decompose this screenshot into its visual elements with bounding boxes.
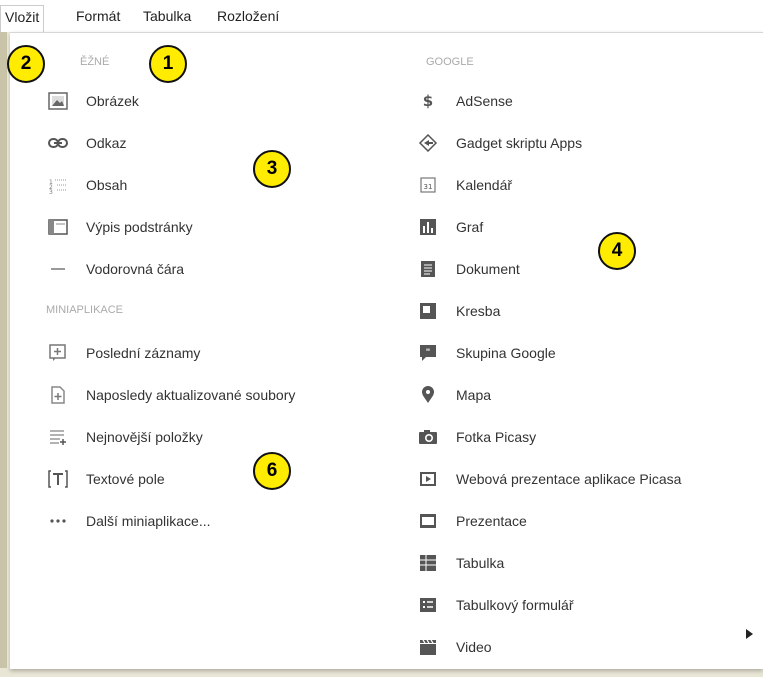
menu-item-text-box[interactable]: Textové pole [48, 467, 165, 491]
menu-item-label: Obrázek [86, 93, 139, 109]
menu-item-label: Webová prezentace aplikace Picasa [456, 471, 682, 487]
menu-item-label: Výpis podstránky [86, 219, 193, 235]
menu-item-apps-script[interactable]: Gadget skriptu Apps [418, 131, 582, 155]
section-common: ĚŽNÉ [80, 56, 110, 68]
menu-item-label: Gadget skriptu Apps [456, 135, 583, 151]
menu-item-adsense[interactable]: $ AdSense [418, 89, 513, 113]
menu-item-spreadsheet[interactable]: Tabulka [418, 551, 504, 575]
svg-text:31: 31 [424, 183, 433, 191]
callout-badge-6: 6 [253, 452, 291, 490]
recent-posts-icon [48, 344, 68, 362]
menu-item-image[interactable]: Obrázek [48, 89, 139, 113]
menu-tabulka[interactable]: Tabulka [143, 8, 191, 24]
menu-item-recent-files[interactable]: Naposledy aktualizované soubory [48, 383, 295, 407]
menu-item-google-group[interactable]: " Skupina Google [418, 341, 556, 365]
svg-text:": " [426, 348, 431, 358]
presentation-icon [418, 512, 438, 530]
callout-badge-3: 3 [253, 150, 291, 188]
menu-item-label: Kalendář [456, 177, 513, 193]
menu-item-label: Vodorovná čára [86, 261, 185, 277]
toc-icon: 123 [48, 176, 68, 194]
menu-vlozit[interactable]: Vložit [0, 5, 45, 33]
callout-badge-1: 1 [149, 45, 187, 83]
bottom-background-edge [0, 668, 763, 677]
menu-item-presentation[interactable]: Prezentace [418, 509, 527, 533]
menu-item-picasa-slideshow[interactable]: Webová prezentace aplikace Picasa [418, 467, 681, 491]
apps-script-icon [418, 134, 438, 152]
video-submenu-arrow-icon[interactable] [746, 629, 753, 639]
calendar-icon: 31 [418, 176, 438, 194]
menu-item-drawing[interactable]: Kresba [418, 299, 500, 323]
chart-icon [418, 218, 438, 236]
slideshow-icon [418, 470, 438, 488]
menu-item-spreadsheet-form[interactable]: Tabulkový formulář [418, 593, 574, 617]
horizontal-line-icon [48, 260, 68, 278]
menu-item-recent-posts[interactable]: Poslední záznamy [48, 341, 200, 365]
left-background-strip [0, 32, 7, 677]
menu-item-label: Fotka Picasy [456, 429, 537, 445]
callout-badge-4: 4 [598, 232, 636, 270]
callout-badge-2: 2 [7, 45, 45, 83]
menu-item-label: AdSense [456, 93, 513, 109]
section-gadgets: MINIAPLIKACE [46, 304, 124, 316]
menu-rozlozeni[interactable]: Rozložení [217, 8, 279, 24]
menu-item-label: Graf [456, 219, 484, 235]
menu-item-label: Obsah [86, 177, 128, 193]
recent-files-icon [48, 386, 68, 404]
menu-item-video[interactable]: Video [418, 635, 492, 659]
menu-item-calendar[interactable]: 31 Kalendář [418, 173, 512, 197]
map-pin-icon [418, 386, 438, 404]
drawing-icon [418, 302, 438, 320]
menu-bar: Vložit Formát Tabulka Rozložení [0, 0, 763, 33]
menu-item-label: Další miniaplikace... [86, 513, 211, 529]
video-icon [418, 638, 438, 656]
menu-item-label: Mapa [456, 387, 492, 403]
menu-item-label: Odkaz [86, 135, 127, 151]
menu-format[interactable]: Formát [76, 8, 120, 24]
document-icon [418, 260, 438, 278]
section-google: GOOGLE [426, 56, 474, 68]
recent-items-icon [48, 428, 68, 446]
menu-item-label: Poslední záznamy [86, 345, 201, 361]
menu-item-map[interactable]: Mapa [418, 383, 491, 407]
spreadsheet-icon [418, 554, 438, 572]
subpage-list-icon [48, 218, 68, 236]
menu-item-link[interactable]: Odkaz [48, 131, 126, 155]
insert-dropdown-menu: ĚŽNÉ MINIAPLIKACE GOOGLE Obrázek Odkaz 1… [10, 32, 763, 669]
menu-item-label: Video [456, 639, 492, 655]
menu-item-horizontal-line[interactable]: Vodorovná čára [48, 257, 184, 281]
menu-item-label: Tabulka [456, 555, 505, 571]
menu-item-label: Tabulkový formulář [456, 597, 574, 613]
dollar-icon: $ [422, 92, 434, 110]
menu-item-more-gadgets[interactable]: Další miniaplikace... [48, 509, 211, 533]
menu-item-document[interactable]: Dokument [418, 257, 520, 281]
form-icon [418, 596, 438, 614]
group-icon: " [418, 344, 438, 362]
menu-item-label: Prezentace [456, 513, 527, 529]
menu-item-label: Nejnovější položky [86, 429, 203, 445]
link-icon [48, 134, 68, 152]
menu-item-label: Textové pole [86, 471, 165, 487]
svg-text:3: 3 [49, 189, 53, 194]
image-icon [48, 92, 68, 110]
menu-item-picasa-photo[interactable]: Fotka Picasy [418, 425, 536, 449]
menu-item-label: Dokument [456, 261, 520, 277]
menu-item-chart[interactable]: Graf [418, 215, 483, 239]
text-box-icon [48, 470, 68, 488]
menu-item-recent-items[interactable]: Nejnovější položky [48, 425, 203, 449]
menu-item-subpage-list[interactable]: Výpis podstránky [48, 215, 193, 239]
menu-item-label: Skupina Google [456, 345, 556, 361]
camera-icon [418, 428, 438, 446]
more-dots-icon [48, 512, 68, 530]
menu-item-toc[interactable]: 123 Obsah [48, 173, 127, 197]
menu-item-label: Kresba [456, 303, 501, 319]
menu-item-label: Naposledy aktualizované soubory [86, 387, 296, 403]
